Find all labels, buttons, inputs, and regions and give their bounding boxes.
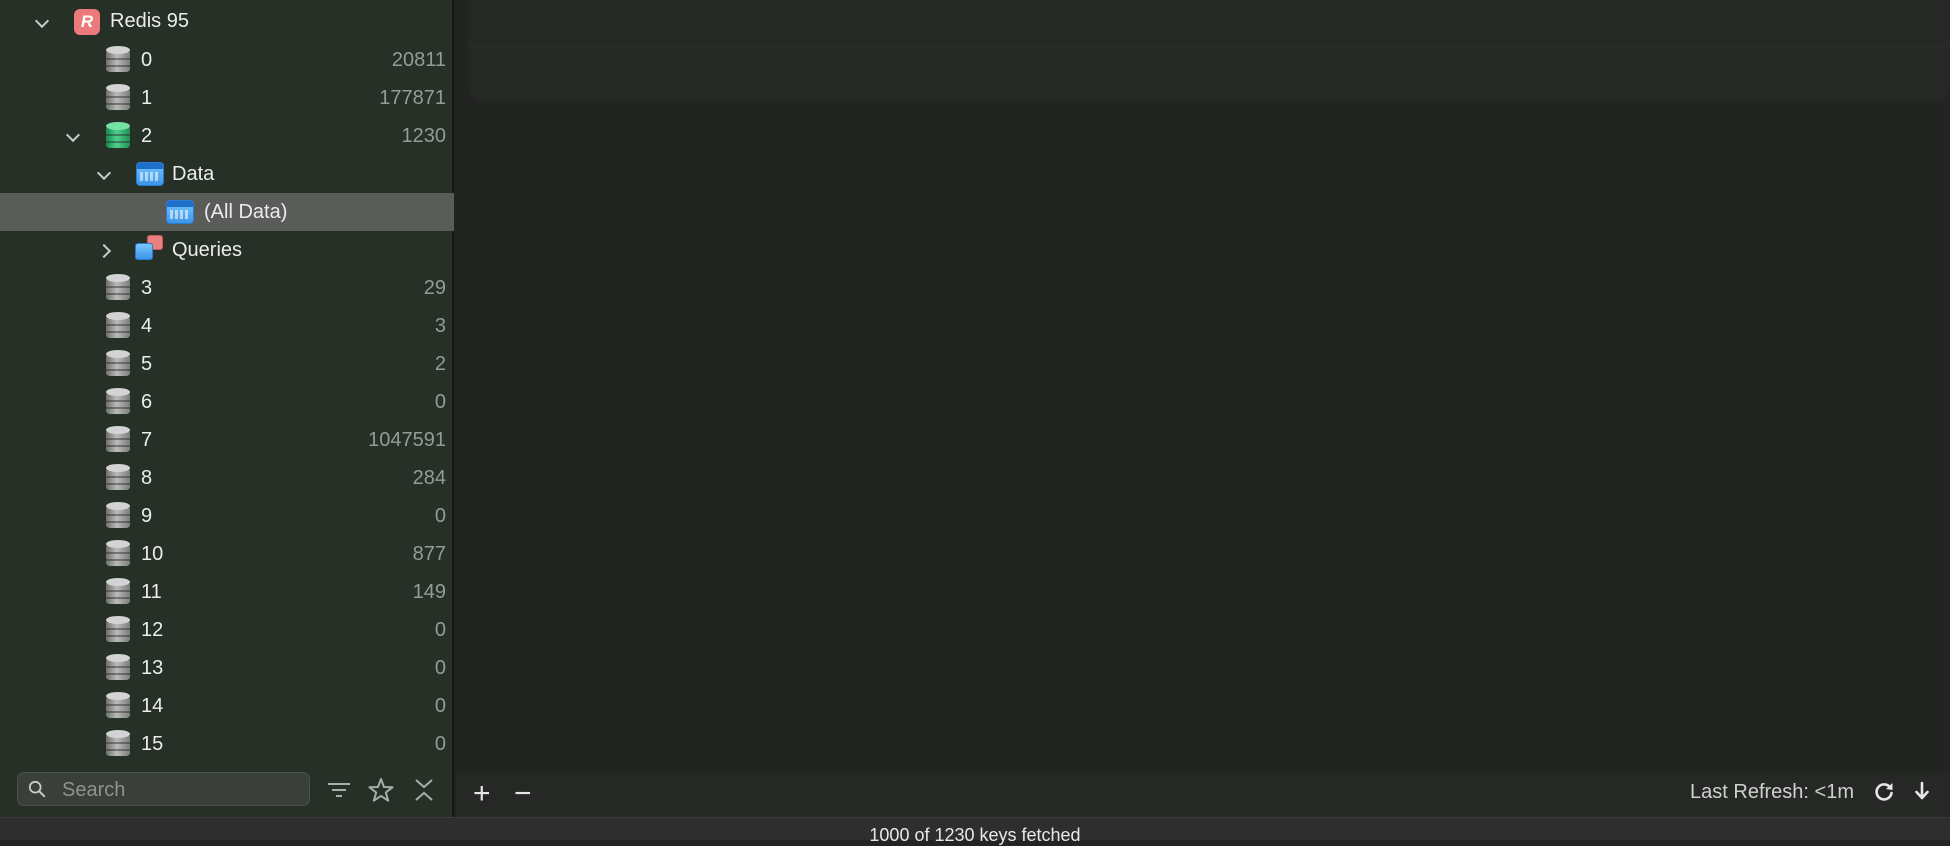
database-item-4[interactable]: 4 3 bbox=[0, 307, 454, 345]
database-label: 1 bbox=[141, 87, 153, 109]
database-item-3[interactable]: 3 29 bbox=[0, 269, 454, 307]
database-icon bbox=[106, 540, 130, 569]
database-label: 8 bbox=[141, 467, 153, 489]
database-item-15[interactable]: 15 0 bbox=[0, 725, 454, 763]
database-item-1[interactable]: 1 177871 bbox=[0, 79, 454, 117]
database-label: 6 bbox=[141, 391, 153, 413]
key-count: 0 bbox=[434, 391, 446, 413]
tree-item-data[interactable]: Data bbox=[0, 155, 454, 193]
database-item-13[interactable]: 13 0 bbox=[0, 649, 454, 687]
data-folder-icon bbox=[166, 200, 194, 224]
database-item-8[interactable]: 8 284 bbox=[0, 459, 454, 497]
chevron-down-icon[interactable] bbox=[66, 129, 80, 143]
database-icon bbox=[106, 46, 130, 75]
database-label: 2 bbox=[141, 125, 153, 147]
divider bbox=[468, 46, 1950, 47]
database-item-10[interactable]: 10 877 bbox=[0, 535, 454, 573]
key-count: 2 bbox=[434, 353, 446, 375]
database-item-14[interactable]: 14 0 bbox=[0, 687, 454, 725]
tree-item-label: (All Data) bbox=[204, 201, 288, 223]
database-icon bbox=[106, 502, 130, 531]
star-icon[interactable] bbox=[367, 776, 395, 804]
chevron-down-icon[interactable] bbox=[35, 15, 49, 29]
refresh-icon[interactable] bbox=[1872, 779, 1896, 803]
key-count: 29 bbox=[423, 277, 446, 299]
app-window: R Redis 95 0 20811 1 177871 2 1230 Data … bbox=[0, 0, 1950, 845]
database-icon bbox=[106, 312, 130, 341]
key-count: 0 bbox=[434, 657, 446, 679]
database-label: 12 bbox=[141, 619, 164, 641]
database-label: 3 bbox=[141, 277, 153, 299]
database-label: 9 bbox=[141, 505, 153, 527]
arrow-down-icon[interactable] bbox=[1910, 779, 1934, 803]
database-label: 14 bbox=[141, 695, 164, 717]
connection-redis-95[interactable]: R Redis 95 bbox=[0, 3, 454, 41]
tree-item-label: Data bbox=[172, 163, 215, 185]
key-count: 284 bbox=[412, 467, 446, 489]
database-icon bbox=[106, 654, 130, 683]
database-item-9[interactable]: 9 0 bbox=[0, 497, 454, 535]
database-label: 11 bbox=[141, 581, 162, 603]
database-item-12[interactable]: 12 0 bbox=[0, 611, 454, 649]
key-count: 1230 bbox=[401, 125, 447, 147]
content-panel bbox=[468, 0, 1950, 103]
tree-item-all-data[interactable]: (All Data) bbox=[0, 193, 454, 231]
database-icon bbox=[106, 350, 130, 379]
database-icon bbox=[106, 730, 130, 759]
sidebar: R Redis 95 0 20811 1 177871 2 1230 Data … bbox=[0, 0, 454, 817]
key-count: 177871 bbox=[379, 87, 446, 109]
tree-item-label: Queries bbox=[172, 239, 243, 261]
database-icon bbox=[106, 692, 130, 721]
search-input[interactable] bbox=[62, 776, 302, 804]
database-icon bbox=[106, 426, 130, 455]
database-label: 7 bbox=[141, 429, 153, 451]
database-icon bbox=[106, 464, 130, 493]
key-count: 0 bbox=[434, 733, 446, 755]
key-count: 1047591 bbox=[368, 429, 446, 451]
status-bar: 1000 of 1230 keys fetched bbox=[0, 817, 1950, 845]
key-count: 877 bbox=[412, 543, 446, 565]
key-count: 0 bbox=[434, 619, 446, 641]
remove-button[interactable]: − bbox=[514, 779, 532, 809]
database-item-5[interactable]: 5 2 bbox=[0, 345, 454, 383]
queries-icon bbox=[135, 235, 165, 263]
key-count: 0 bbox=[434, 695, 446, 717]
search-field[interactable] bbox=[17, 772, 310, 806]
connection-label: Redis 95 bbox=[110, 10, 189, 32]
filter-icon[interactable] bbox=[325, 776, 353, 804]
add-button[interactable]: + bbox=[473, 779, 491, 809]
main-content bbox=[456, 0, 1950, 817]
database-item-6[interactable]: 6 0 bbox=[0, 383, 454, 421]
database-label: 13 bbox=[141, 657, 164, 679]
database-item-11[interactable]: 11 149 bbox=[0, 573, 454, 611]
database-icon bbox=[106, 388, 130, 417]
database-item-7[interactable]: 7 1047591 bbox=[0, 421, 454, 459]
database-label: 4 bbox=[141, 315, 153, 337]
database-icon bbox=[106, 84, 130, 113]
database-icon bbox=[106, 578, 130, 607]
tree-item-queries[interactable]: Queries bbox=[0, 231, 454, 269]
last-refresh-label: Last Refresh: <1m bbox=[1690, 781, 1854, 803]
data-folder-icon bbox=[136, 162, 164, 186]
status-text: 1000 of 1230 keys fetched bbox=[869, 825, 1081, 845]
database-label: 15 bbox=[141, 733, 164, 755]
bottom-toolbar: + − Last Refresh: <1m bbox=[456, 772, 1950, 817]
database-icon bbox=[106, 616, 130, 645]
database-label: 0 bbox=[141, 49, 153, 71]
database-item-0[interactable]: 0 20811 bbox=[0, 41, 454, 79]
key-count: 20811 bbox=[391, 49, 446, 71]
key-count: 3 bbox=[434, 315, 446, 337]
database-item-2[interactable]: 2 1230 bbox=[0, 117, 454, 155]
database-icon bbox=[106, 274, 130, 303]
redis-icon: R bbox=[74, 9, 100, 35]
database-label: 10 bbox=[141, 543, 164, 565]
key-count: 0 bbox=[434, 505, 446, 527]
search-icon bbox=[28, 780, 46, 798]
key-count: 149 bbox=[412, 581, 446, 603]
database-label: 5 bbox=[141, 353, 153, 375]
chevron-right-icon[interactable] bbox=[98, 243, 112, 257]
database-icon bbox=[106, 122, 130, 151]
collapse-all-icon[interactable] bbox=[410, 776, 438, 804]
chevron-down-icon[interactable] bbox=[97, 167, 111, 181]
